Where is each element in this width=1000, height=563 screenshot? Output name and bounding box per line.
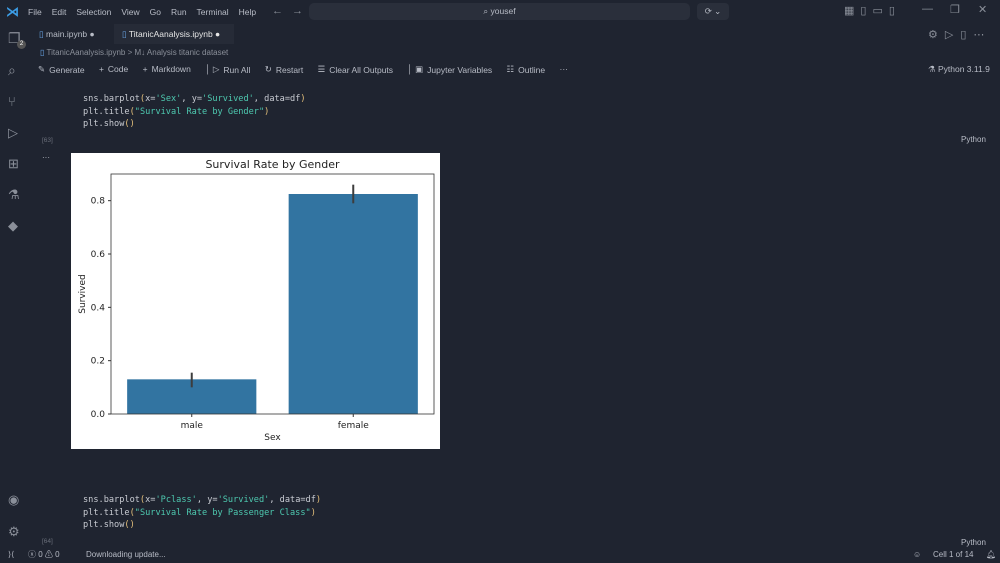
jupyter-variables-button[interactable]: │ ▣ Jupyter Variables — [407, 64, 492, 75]
output-more-button[interactable]: ··· — [42, 153, 50, 162]
code-line: plt.title("Survival Rate by Gender") — [83, 106, 270, 117]
code-line: sns.barplot(x='Sex', y='Survived', data=… — [83, 94, 306, 104]
y-tick-label: 0.6 — [91, 250, 106, 260]
y-tick-label: 0.2 — [91, 357, 105, 367]
cell-language[interactable]: Python — [961, 538, 986, 547]
copilot-button[interactable]: ⟳ ⌄ — [697, 3, 729, 20]
extensions-icon[interactable]: ⊞ — [8, 156, 19, 172]
search-icon: ⌕ — [483, 6, 491, 16]
menu-selection[interactable]: Selection — [76, 7, 111, 17]
unsaved-dot-icon: ● — [89, 29, 95, 39]
code-cell-1[interactable]: sns.barplot(x='Sex', y='Survived', data=… — [83, 93, 306, 131]
breadcrumb: ▯ TitanicAanalysis.ipynb > M↓ Analysis t… — [40, 48, 229, 57]
copilot-icon[interactable]: ☺ — [913, 547, 921, 563]
menu-terminal[interactable]: Terminal — [197, 7, 229, 17]
notebook-icon: ▯ — [122, 29, 129, 39]
status-bar: ⟩⟨ ⓧ 0 ⚠ 0 Downloading update... ☺ Cell … — [0, 547, 1000, 563]
chart-output: male female 0.0 0.2 0.4 0.6 0.8 Survival Rate b… — [71, 153, 440, 449]
code-cell-2[interactable]: sns.barplot(x='Pclass', y='Survived', da… — [83, 494, 321, 532]
forward-arrow-icon[interactable]: → — [292, 5, 303, 17]
x-tick-label: male — [181, 421, 204, 431]
run-debug-icon[interactable]: ▷ — [8, 125, 18, 141]
add-code-button[interactable]: + Code — [99, 64, 128, 74]
account-icon[interactable]: ◉ — [8, 492, 19, 508]
bar-chart: male female 0.0 0.2 0.4 0.6 0.8 Survival Rate b… — [78, 158, 435, 443]
cell-indicator[interactable]: Cell 1 of 14 — [933, 547, 973, 563]
chart-title: Survival Rate by Gender — [205, 158, 340, 171]
close-icon[interactable]: ✕ — [978, 3, 987, 16]
layout-icons[interactable]: ▦▯▭▯ — [844, 4, 901, 17]
back-arrow-icon[interactable]: ← — [272, 5, 283, 17]
status-message: Downloading update... — [86, 550, 166, 559]
y-tick-label: 0.4 — [91, 303, 106, 313]
execution-count: [64] — [42, 538, 53, 545]
x-tick-label: female — [338, 421, 369, 431]
y-axis-label: Survived — [78, 274, 88, 314]
notebook-toolbar: ✎ Generate + Code + Markdown │ ▷ Run All ↻ Re… — [38, 64, 580, 75]
code-line: plt.title("Survival Rate by Passenger Cl… — [83, 507, 316, 518]
manage-gear-icon[interactable]: ⚙ — [8, 524, 20, 540]
menu-file[interactable]: File — [28, 7, 42, 17]
restart-button[interactable]: ↻ Restart — [265, 64, 304, 75]
code-line: sns.barplot(x='Pclass', y='Survived', da… — [83, 495, 322, 505]
editor-actions[interactable]: ⚙▷▯⋯ — [928, 28, 991, 41]
restore-icon[interactable]: ❐ — [950, 3, 960, 16]
remote-icon[interactable]: ⟩⟨ — [8, 547, 14, 563]
menu-bar: File Edit Selection View Go Run Terminal Help — [28, 7, 266, 17]
menu-run[interactable]: Run — [171, 7, 187, 17]
outline-button[interactable]: ☷ Outline — [507, 64, 546, 75]
activity-bar: ❐ 2 ⌕ ⑂ ▷ ⊞ ⚗ ◆ ◉ ⚙ — [0, 24, 30, 544]
kernel-picker[interactable]: ⚗ Python 3.11.9 — [928, 64, 990, 75]
testing-icon[interactable]: ⚗ — [8, 187, 20, 203]
generate-button[interactable]: ✎ Generate — [38, 64, 85, 75]
cell-language[interactable]: Python — [961, 135, 986, 144]
bar-female — [288, 194, 418, 414]
clear-outputs-button[interactable]: ☰ Clear All Outputs — [318, 64, 393, 75]
execution-count: [63] — [42, 137, 53, 144]
source-control-icon[interactable]: ⑂ — [8, 94, 16, 109]
x-axis-label: Sex — [264, 433, 281, 443]
tab-main[interactable]: ▯ main.ipynb ● — [30, 24, 114, 44]
search-input[interactable]: ⌕ yousef — [309, 3, 690, 20]
code-line: plt.show() — [83, 520, 135, 530]
menu-go[interactable]: Go — [150, 7, 161, 17]
notebook-icon: ▯ — [39, 29, 47, 39]
flask-icon: ⚗ — [928, 64, 938, 74]
add-markdown-button[interactable]: + Markdown — [143, 64, 191, 74]
menu-view[interactable]: View — [121, 7, 139, 17]
problems-indicator[interactable]: ⓧ 0 ⚠ 0 — [28, 547, 60, 563]
search-icon[interactable]: ⌕ — [8, 62, 16, 79]
y-tick-label: 0.0 — [91, 410, 106, 420]
y-tick-label: 0.8 — [91, 197, 106, 207]
explorer-badge: 2 — [17, 40, 26, 49]
more-button[interactable]: ··· — [559, 64, 568, 74]
menu-help[interactable]: Help — [239, 7, 256, 17]
unsaved-dot-icon: ● — [215, 29, 221, 39]
notifications-icon[interactable]: 🔔︎ — [986, 547, 996, 563]
menu-edit[interactable]: Edit — [52, 7, 67, 17]
run-all-button[interactable]: │ ▷ Run All — [205, 64, 250, 75]
vscode-logo: ⋊ — [6, 4, 19, 19]
code-line: plt.show() — [83, 119, 135, 129]
minimize-icon[interactable]: — — [922, 3, 933, 15]
tab-titanic[interactable]: ▯ TitanicAanalysis.ipynb ● — [114, 24, 234, 44]
python-icon[interactable]: ◆ — [8, 218, 18, 234]
